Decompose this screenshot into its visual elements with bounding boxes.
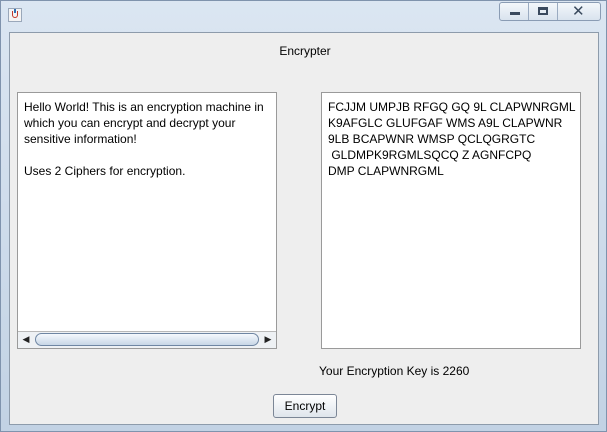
- plaintext-input-area[interactable]: Hello World! This is an encryption machi…: [17, 92, 277, 349]
- window-controls: ✕: [499, 2, 601, 21]
- horizontal-scrollbar[interactable]: ◀ ▶: [18, 331, 276, 348]
- encrypt-button[interactable]: Encrypt: [273, 394, 337, 418]
- scroll-right-icon[interactable]: ▶: [260, 332, 276, 348]
- content-panel: Encrypter Hello World! This is an encryp…: [9, 32, 599, 425]
- minimize-button[interactable]: [500, 3, 528, 20]
- encryption-key-label: Your Encryption Key is 2260: [319, 364, 470, 378]
- java-cup-icon[interactable]: [8, 8, 22, 22]
- ciphertext-output-area[interactable]: FCJJM UMPJB RFGQ GQ 9L CLAPWNRGML K9AFGL…: [321, 92, 581, 349]
- close-button[interactable]: ✕: [557, 3, 600, 20]
- maximize-button[interactable]: [528, 3, 557, 20]
- minimize-icon: [510, 12, 520, 15]
- scroll-left-icon[interactable]: ◀: [18, 332, 34, 348]
- close-icon: ✕: [572, 2, 585, 20]
- application-window: ✕ Encrypter Hello World! This is an encr…: [0, 0, 607, 432]
- maximize-icon: [538, 7, 548, 15]
- scrollbar-thumb[interactable]: [35, 333, 259, 346]
- plaintext-input-text: Hello World! This is an encryption machi…: [24, 100, 264, 178]
- ciphertext-output-text: FCJJM UMPJB RFGQ GQ 9L CLAPWNRGML K9AFGL…: [328, 100, 576, 178]
- title-bar: ✕: [1, 1, 606, 27]
- page-title: Encrypter: [279, 44, 331, 58]
